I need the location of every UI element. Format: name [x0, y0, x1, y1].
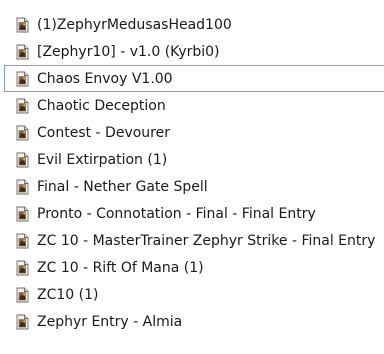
file-item[interactable]: (1)ZephyrMedusasHead100 [4, 11, 384, 38]
map-file-icon [16, 179, 29, 195]
map-file-icon [16, 152, 29, 168]
map-file-icon [16, 17, 29, 33]
file-name: Pronto - Connotation - Final - Final Ent… [37, 205, 316, 222]
map-file-icon [16, 71, 29, 87]
file-name: ZC 10 - Rift Of Mana (1) [37, 259, 204, 276]
file-name: ZC 10 - MasterTrainer Zephyr Strike - Fi… [37, 232, 376, 249]
map-file-icon [16, 314, 29, 330]
file-name: Zephyr Entry - Almia [37, 313, 183, 330]
map-file-icon [16, 125, 29, 141]
file-item[interactable]: Pronto - Connotation - Final - Final Ent… [4, 200, 384, 227]
map-file-icon [16, 206, 29, 222]
file-item[interactable]: Chaotic Deception [4, 92, 384, 119]
file-item[interactable]: Zephyr Entry - Almia [4, 308, 384, 335]
file-name: Contest - Devourer [37, 124, 170, 141]
file-item[interactable]: Contest - Devourer [4, 119, 384, 146]
map-file-icon [16, 233, 29, 249]
file-name: [Zephyr10] - v1.0 (Kyrbi0) [37, 43, 220, 60]
file-item[interactable]: [Zephyr10] - v1.0 (Kyrbi0) [4, 38, 384, 65]
file-item[interactable]: Final - Nether Gate Spell [4, 173, 384, 200]
map-file-icon [16, 260, 29, 276]
file-name: Evil Extirpation (1) [37, 151, 168, 168]
file-item[interactable]: Evil Extirpation (1) [4, 146, 384, 173]
map-file-icon [16, 98, 29, 114]
file-item[interactable]: Chaos Envoy V1.00 [4, 65, 384, 92]
file-item[interactable]: ZC 10 - Rift Of Mana (1) [4, 254, 384, 281]
file-item[interactable]: ZC10 (1) [4, 281, 384, 308]
file-name: ZC10 (1) [37, 286, 99, 303]
map-file-icon [16, 44, 29, 60]
map-file-icon [16, 287, 29, 303]
file-list: (1)ZephyrMedusasHead100 [Zephyr10] - v1.… [0, 11, 384, 335]
file-name: Chaotic Deception [37, 97, 166, 114]
file-name: Final - Nether Gate Spell [37, 178, 208, 195]
file-item[interactable]: ZC 10 - MasterTrainer Zephyr Strike - Fi… [4, 227, 384, 254]
file-name: Chaos Envoy V1.00 [37, 70, 173, 87]
file-name: (1)ZephyrMedusasHead100 [37, 16, 232, 33]
